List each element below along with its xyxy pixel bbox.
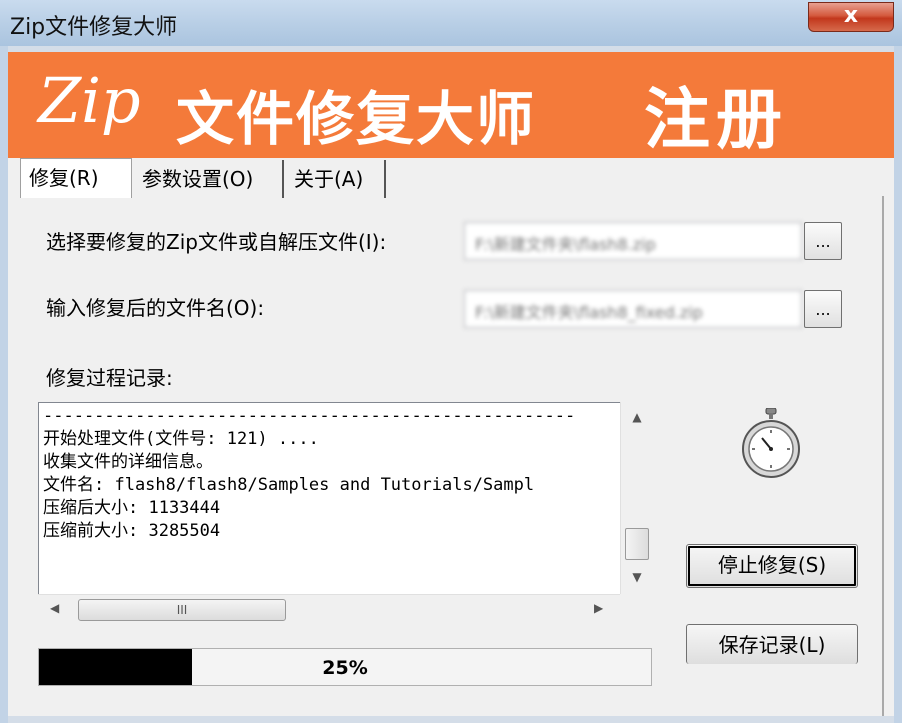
banner: Zip 文件修复大师 注册 xyxy=(8,52,894,158)
stop-repair-button[interactable]: 停止修复(S) xyxy=(686,544,858,588)
window-title: Zip文件修复大师 xyxy=(10,15,178,40)
log-textarea[interactable]: ----------------------------------------… xyxy=(38,402,652,624)
log-line: 开始处理文件(文件号: 121) .... xyxy=(43,429,319,449)
source-file-input[interactable]: F:\新建文件夹\flash8.zip xyxy=(464,222,802,260)
log-line: 文件名: flash8/flash8/Samples and Tutorials… xyxy=(43,475,535,495)
scroll-right-icon[interactable]: ▶ xyxy=(594,601,603,615)
log-vertical-scrollbar[interactable]: ▲ ▼ xyxy=(620,402,652,594)
log-line: 收集文件的详细信息。 xyxy=(43,452,213,472)
scroll-up-icon[interactable]: ▲ xyxy=(621,410,653,424)
title-bar: Zip文件修复大师 x xyxy=(0,0,902,46)
vertical-scroll-thumb[interactable] xyxy=(625,528,649,560)
scroll-down-icon[interactable]: ▼ xyxy=(621,570,653,584)
banner-zip-text: Zip xyxy=(38,64,141,137)
stopwatch-icon xyxy=(742,408,800,478)
progress-percent: 25% xyxy=(322,657,368,679)
scroll-left-icon[interactable]: ◀ xyxy=(50,601,59,615)
log-line: 压缩前大小: 3285504 xyxy=(43,521,221,541)
output-browse-button[interactable]: ... xyxy=(804,290,842,328)
scrollbar-corner xyxy=(620,594,652,624)
save-log-button[interactable]: 保存记录(L) xyxy=(686,624,858,664)
tab-about[interactable]: 关于(A) xyxy=(286,160,386,198)
horizontal-scroll-thumb[interactable]: III xyxy=(78,599,286,621)
tab-repair[interactable]: 修复(R) xyxy=(20,158,132,198)
output-file-input[interactable]: F:\新建文件夹\flash8_fixed.zip xyxy=(464,290,802,328)
register-link[interactable]: 注册 xyxy=(644,66,788,162)
log-line: ----------------------------------------… xyxy=(43,406,576,426)
output-file-label: 输入修复后的文件名(O): xyxy=(46,296,265,320)
close-button[interactable]: x xyxy=(808,2,894,32)
log-label: 修复过程记录: xyxy=(46,366,173,390)
source-browse-button[interactable]: ... xyxy=(804,222,842,260)
log-line: 压缩后大小: 1133444 xyxy=(43,498,221,518)
tab-settings[interactable]: 参数设置(O) xyxy=(134,160,284,198)
banner-app-name: 文件修复大师 xyxy=(176,85,537,153)
source-file-label: 选择要修复的Zip文件或自解压文件(I): xyxy=(46,230,387,254)
log-horizontal-scrollbar[interactable]: ◀ III ▶ xyxy=(38,594,620,624)
log-content: ----------------------------------------… xyxy=(43,405,575,543)
progress-bar: 25% xyxy=(38,648,652,686)
